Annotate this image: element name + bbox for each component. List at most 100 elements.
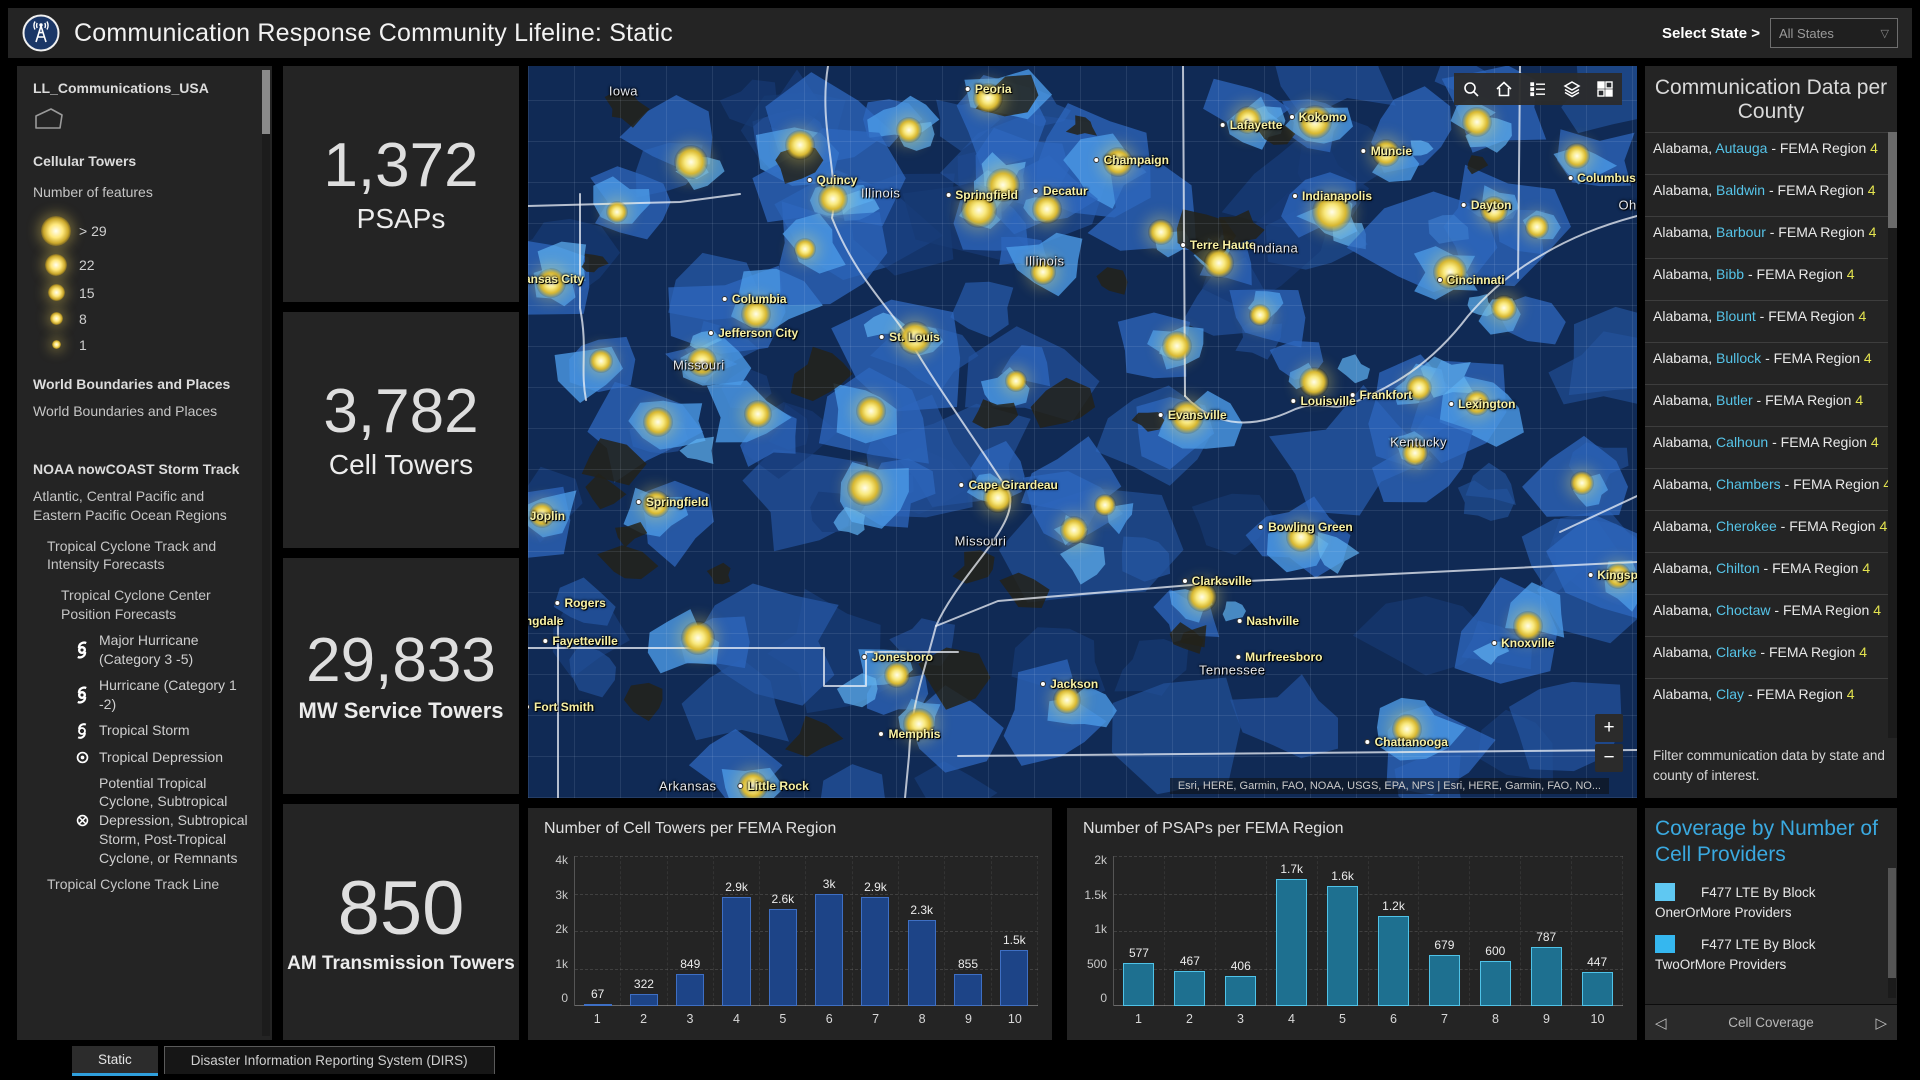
coverage-scrollbar[interactable] xyxy=(1888,868,1896,998)
cell-tower-glow xyxy=(818,184,848,214)
tropical-depression-icon xyxy=(65,749,99,766)
bar-slot: 1.6k xyxy=(1318,856,1369,1006)
county-list-scrollbar[interactable] xyxy=(1888,132,1897,737)
city-dot-icon xyxy=(1448,401,1454,407)
map-toolbar xyxy=(1454,73,1622,105)
fema-region: 4 xyxy=(1869,224,1877,240)
state-label: Illinois xyxy=(861,185,900,200)
map[interactable]: IowaPeoriaKokomoLafayetteMuncieChampaign… xyxy=(528,66,1637,798)
bar xyxy=(1378,916,1409,1006)
place-name: Indiana xyxy=(1253,241,1298,256)
tab-static[interactable]: Static xyxy=(72,1046,158,1076)
place-name: Kingsp xyxy=(1597,568,1637,582)
city-label: Jonesboro xyxy=(862,650,933,664)
city-dot-icon xyxy=(1491,640,1497,646)
county-row[interactable]: Alabama, Choctaw - FEMA Region 4 xyxy=(1645,594,1897,636)
county-row[interactable]: Alabama, Butler - FEMA Region 4 xyxy=(1645,384,1897,426)
zoom-out-button[interactable]: − xyxy=(1595,744,1623,772)
county-row[interactable]: Alabama, Bibb - FEMA Region 4 xyxy=(1645,258,1897,300)
kpi-cell-towers-value: 3,782 xyxy=(323,379,478,444)
place-name: ngdale xyxy=(528,614,563,628)
place-name: St. Louis xyxy=(889,330,940,344)
place-name: Kentucky xyxy=(1390,434,1447,449)
county-row[interactable]: Alabama, Chilton - FEMA Region 4 xyxy=(1645,552,1897,594)
cell-tower-glow xyxy=(674,145,708,179)
storm-legend-label: Major Hurricane (Category 3 -5) xyxy=(99,631,257,669)
home-icon[interactable] xyxy=(1490,75,1518,103)
county-row[interactable]: Alabama, Chambers - FEMA Region 4 xyxy=(1645,468,1897,510)
county-row[interactable]: Alabama, Bullock - FEMA Region 4 xyxy=(1645,342,1897,384)
county-row[interactable]: Alabama, Clarke - FEMA Region 4 xyxy=(1645,636,1897,678)
city-dot-icon xyxy=(1567,175,1573,181)
city-label: Lafayette xyxy=(1220,118,1283,132)
y-tick-label: 3k xyxy=(555,889,568,901)
county-name: Chambers xyxy=(1716,476,1784,492)
storm-legend-items: Major Hurricane (Category 3 -5) Hurricane… xyxy=(33,631,268,868)
city-dot-icon xyxy=(737,783,743,789)
cell-tower-glow xyxy=(1462,107,1492,137)
place-name: Bowling Green xyxy=(1268,520,1353,534)
storm-legend-label: Hurricane (Category 1 -2) xyxy=(99,676,257,714)
sidebar-scrollbar[interactable] xyxy=(262,70,270,1036)
county-row[interactable]: Alabama, Autauga - FEMA Region 4 xyxy=(1645,132,1897,174)
bar xyxy=(908,920,936,1006)
cell-tower-glow xyxy=(1570,471,1594,495)
city-label: Evansville xyxy=(1158,408,1227,422)
city-label: Springfield xyxy=(636,495,709,509)
county-middle: - FEMA Region xyxy=(1770,224,1869,240)
city-label: Joplin xyxy=(528,509,565,523)
city-dot-icon xyxy=(1349,392,1355,398)
cell-tower-glow xyxy=(744,400,772,428)
kpi-cell-towers-label: Cell Towers xyxy=(329,449,473,481)
y-tick-label: 1k xyxy=(1094,923,1107,935)
county-row[interactable]: Alabama, Blount - FEMA Region 4 xyxy=(1645,300,1897,342)
place-name: Arkansas xyxy=(659,778,716,793)
cell-tower-glow xyxy=(1564,143,1590,169)
city-label: Columbia xyxy=(722,292,787,306)
search-icon[interactable] xyxy=(1457,75,1485,103)
bar-value-label: 577 xyxy=(1114,946,1164,960)
bar xyxy=(630,994,658,1006)
cell-tower-glow xyxy=(1060,516,1088,544)
pager-prev-icon[interactable]: ◁ xyxy=(1655,1014,1667,1032)
county-row[interactable]: Alabama, Cherokee - FEMA Region 4 xyxy=(1645,510,1897,552)
storm-legend-row: Potential Tropical Cyclone, Subtropical … xyxy=(65,774,268,868)
county-middle: - FEMA Region xyxy=(1774,602,1873,618)
county-row[interactable]: Alabama, Baldwin - FEMA Region 4 xyxy=(1645,174,1897,216)
county-row[interactable]: Alabama, Calhoun - FEMA Region 4 xyxy=(1645,426,1897,468)
county-row[interactable]: Alabama, Barbour - FEMA Region 4 xyxy=(1645,216,1897,258)
legend-icon[interactable] xyxy=(1524,75,1552,103)
bar xyxy=(1225,976,1256,1006)
cell-tower-glow xyxy=(1032,194,1062,224)
bar-slot: 322 xyxy=(621,856,667,1006)
legend-size-row: > 29 xyxy=(33,212,268,250)
bar-slot: 855 xyxy=(945,856,991,1006)
x-tick-label: 4 xyxy=(1266,1012,1317,1026)
bar-slot: 1.7k xyxy=(1267,856,1318,1006)
layers-icon[interactable] xyxy=(1558,75,1586,103)
place-name: Peoria xyxy=(975,82,1012,96)
chevron-down-icon: ▽ xyxy=(1881,27,1889,40)
county-row[interactable]: Alabama, Clay - FEMA Region 4 xyxy=(1645,678,1897,720)
kpi-mw-service-towers-label: MW Service Towers xyxy=(299,698,504,724)
fema-region: 4 xyxy=(1862,560,1870,576)
state-select-dropdown[interactable]: All States ▽ xyxy=(1770,18,1898,48)
county-middle: - FEMA Region xyxy=(1764,560,1863,576)
bar-value-label: 855 xyxy=(945,957,990,971)
place-name: Illinois xyxy=(861,185,900,200)
state-label: Illinois xyxy=(1025,253,1064,268)
zoom-in-button[interactable]: + xyxy=(1595,714,1623,742)
city-dot-icon xyxy=(636,499,642,505)
bar-value-label: 2.9k xyxy=(853,880,898,894)
bar-slot: 2.9k xyxy=(853,856,899,1006)
tab-dirs[interactable]: Disaster Information Reporting System (D… xyxy=(164,1046,495,1074)
header-bar: Communication Response Community Lifelin… xyxy=(8,8,1912,58)
county-state: Alabama, xyxy=(1653,350,1716,366)
basemap-icon[interactable] xyxy=(1591,75,1619,103)
bar-value-label: 3k xyxy=(806,877,851,891)
county-state: Alabama, xyxy=(1653,434,1716,450)
pager-next-icon[interactable]: ▷ xyxy=(1875,1014,1887,1032)
y-tick-label: 1k xyxy=(555,958,568,970)
polygon-extent-icon xyxy=(33,106,268,135)
city-label: Little Rock xyxy=(737,779,808,793)
